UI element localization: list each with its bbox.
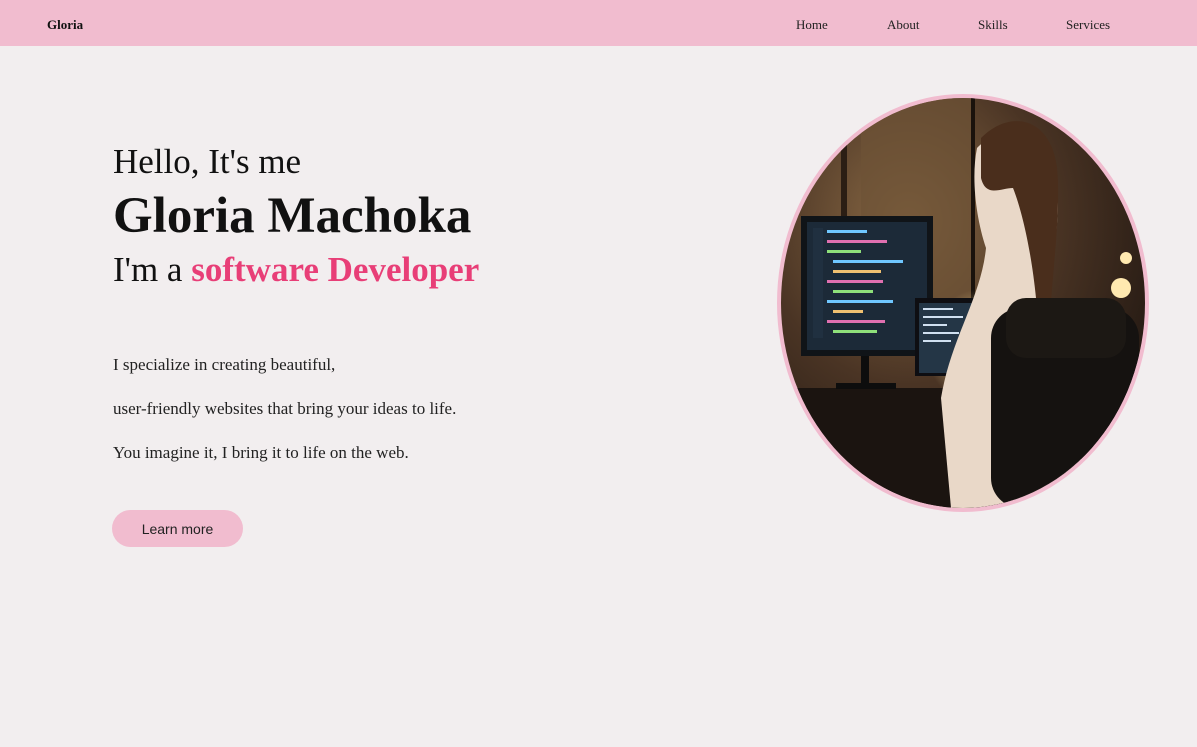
hero-role: I'm a software Developer bbox=[113, 250, 479, 290]
nav-link-skills[interactable]: Skills bbox=[978, 17, 1008, 33]
nav-link-home[interactable]: Home bbox=[796, 17, 828, 33]
hero-role-prefix: I'm a bbox=[113, 250, 192, 289]
description-line-2: user-friendly websites that bring your i… bbox=[113, 399, 457, 418]
hero-name: Gloria Machoka bbox=[113, 188, 472, 244]
description-line-3: You imagine it, I bring it to life on th… bbox=[113, 443, 409, 462]
nav-link-services[interactable]: Services bbox=[1066, 17, 1110, 33]
profile-photo bbox=[781, 98, 1145, 508]
hero-role-highlight: software Developer bbox=[191, 250, 480, 289]
nav-link-about[interactable]: About bbox=[887, 17, 920, 33]
brand-logo[interactable]: Gloria bbox=[47, 17, 83, 33]
description-line-1: I specialize in creating beautiful, bbox=[113, 355, 336, 374]
learn-more-button[interactable]: Learn more bbox=[112, 510, 243, 547]
top-navbar: Gloria Home About Skills Services bbox=[0, 0, 1197, 46]
hero-greeting: Hello, It's me bbox=[113, 142, 302, 181]
profile-photo-frame bbox=[777, 94, 1149, 512]
